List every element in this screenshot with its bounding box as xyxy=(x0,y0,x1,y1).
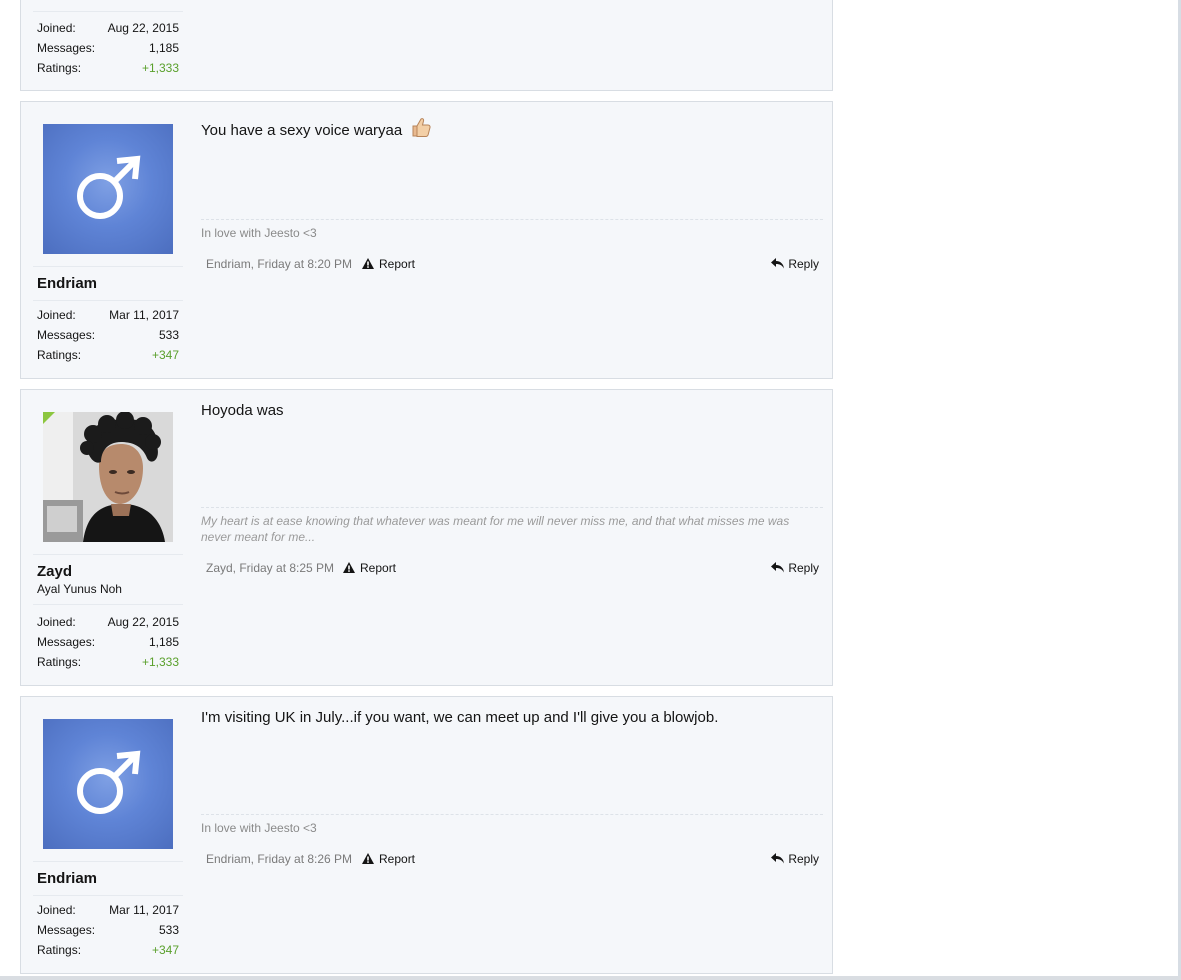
report-link[interactable]: Report xyxy=(362,852,415,866)
stat-messages: Messages: 533 xyxy=(37,923,179,937)
reply-icon xyxy=(771,562,785,573)
divider xyxy=(33,11,183,12)
stat-joined: Joined: Aug 22, 2015 xyxy=(37,21,179,35)
divider xyxy=(33,895,183,896)
post-meta[interactable]: Endriam, Friday at 8:26 PM xyxy=(206,852,352,866)
reply-button[interactable]: Reply xyxy=(771,561,819,575)
report-link[interactable]: Report xyxy=(343,561,396,575)
message-text: I'm visiting UK in July...if you want, w… xyxy=(201,709,719,726)
divider xyxy=(33,554,183,555)
warning-icon xyxy=(343,562,355,573)
stat-joined: Joined: Aug 22, 2015 xyxy=(37,615,179,629)
user-title: Ayal Yunus Noh xyxy=(37,582,122,596)
reply-button[interactable]: Reply xyxy=(771,852,819,866)
signature-divider xyxy=(201,507,823,508)
divider xyxy=(33,604,183,605)
message-text: You have a sexy voice waryaa xyxy=(201,116,432,139)
username[interactable]: Zayd xyxy=(37,563,72,580)
stat-ratings: Ratings: +1,333 xyxy=(37,655,179,669)
male-symbol-icon xyxy=(77,155,141,219)
avatar[interactable] xyxy=(43,719,173,849)
stat-messages: Messages: 533 xyxy=(37,328,179,342)
divider xyxy=(33,266,183,267)
username[interactable]: Endriam xyxy=(37,275,97,292)
reply-icon xyxy=(771,853,785,864)
stat-messages: Messages: 1,185 xyxy=(37,41,179,55)
thumbs-up-icon xyxy=(412,118,431,137)
post: Endriam Joined: Mar 11, 2017 Messages: 5… xyxy=(20,696,833,974)
username[interactable]: Endriam xyxy=(37,870,97,887)
stat-ratings: Ratings: +347 xyxy=(37,348,179,362)
online-indicator xyxy=(43,412,55,424)
divider xyxy=(33,300,183,301)
signature: In love with Jeesto <3 xyxy=(201,226,317,240)
stat-messages: Messages: 1,185 xyxy=(37,635,179,649)
divider xyxy=(33,861,183,862)
reply-icon xyxy=(771,258,785,269)
post-meta[interactable]: Zayd, Friday at 8:25 PM xyxy=(206,561,334,575)
stat-joined: Joined: Mar 11, 2017 xyxy=(37,308,179,322)
post-meta[interactable]: Endriam, Friday at 8:20 PM xyxy=(206,257,352,271)
post: Joined: Aug 22, 2015 Messages: 1,185 Rat… xyxy=(20,0,833,91)
signature-divider xyxy=(201,814,823,815)
window-edge xyxy=(0,976,1181,980)
post: Zayd Ayal Yunus Noh Joined: Aug 22, 2015… xyxy=(20,389,833,686)
message-text: Hoyoda was xyxy=(201,402,284,419)
warning-icon xyxy=(362,853,374,864)
avatar[interactable] xyxy=(43,124,173,254)
stat-ratings: Ratings: +1,333 xyxy=(37,61,179,75)
reply-button[interactable]: Reply xyxy=(771,257,819,271)
stat-ratings: Ratings: +347 xyxy=(37,943,179,957)
warning-icon xyxy=(362,258,374,269)
male-symbol-icon xyxy=(77,750,141,814)
avatar[interactable] xyxy=(43,412,173,542)
report-link[interactable]: Report xyxy=(362,257,415,271)
stat-joined: Joined: Mar 11, 2017 xyxy=(37,903,179,917)
signature: In love with Jeesto <3 xyxy=(201,821,317,835)
profile-photo xyxy=(43,412,173,542)
signature-divider xyxy=(201,219,823,220)
post: Endriam Joined: Mar 11, 2017 Messages: 5… xyxy=(20,101,833,379)
signature: My heart is at ease knowing that whateve… xyxy=(201,514,790,544)
